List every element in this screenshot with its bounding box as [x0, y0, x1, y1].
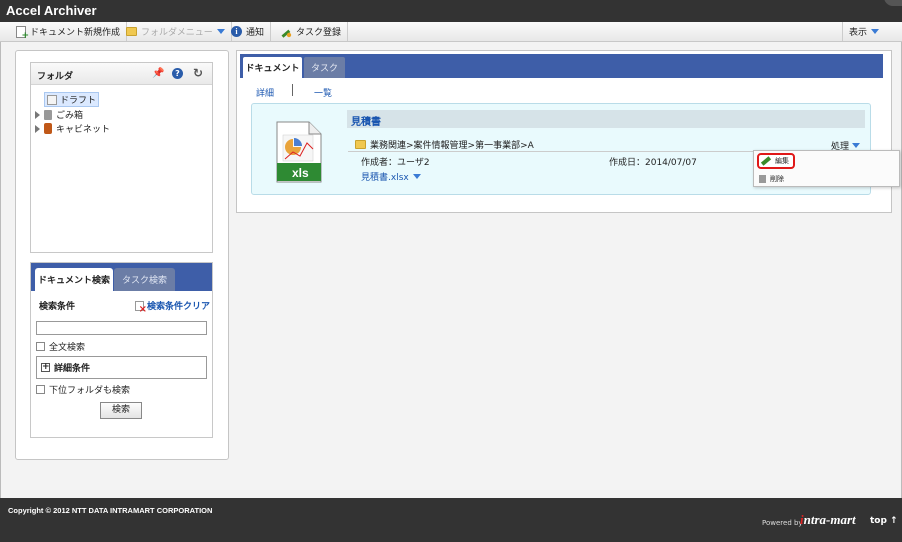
document-path: 業務関連>案件情報管理>第一事業部>A	[355, 138, 534, 151]
delete-menu-item[interactable]: 削除	[757, 171, 784, 187]
folder-menu-label: フォルダメニュー	[141, 28, 213, 38]
excel-file-icon: xls	[276, 121, 322, 183]
attached-file-name: 見積書.xlsx	[361, 173, 409, 183]
window-corner	[884, 0, 902, 6]
document-title-bar	[347, 110, 865, 128]
clear-conditions-link[interactable]: 検索条件クリア	[135, 299, 211, 315]
chevron-down-icon	[412, 174, 421, 179]
footer: Copyright © 2012 NTT DATA INTRAMART CORP…	[0, 498, 902, 542]
toolbar: ドキュメント新規作成 フォルダメニュー i 通知 タスク登録 表示	[0, 22, 902, 42]
copyright-text: Copyright © 2012 NTT DATA INTRAMART CORP…	[8, 506, 213, 515]
subfolder-option[interactable]: 下位フォルダも検索	[36, 383, 131, 396]
document-title[interactable]: 見積書	[351, 113, 381, 128]
app-titlebar: Accel Archiver	[0, 0, 902, 22]
draft-icon	[47, 94, 57, 105]
view-separator	[292, 84, 293, 96]
expand-plus-icon: +	[41, 362, 50, 372]
folder-icon	[126, 27, 137, 36]
new-document-button[interactable]: ドキュメント新規作成	[10, 22, 128, 41]
search-input[interactable]	[36, 321, 207, 335]
tab-task-search[interactable]: タスク検索	[114, 268, 175, 291]
edit-label: 編集	[775, 157, 789, 165]
attached-file-link[interactable]: 見積書.xlsx	[361, 170, 421, 183]
tab-task[interactable]: タスク	[304, 57, 345, 78]
notify-button[interactable]: i 通知	[225, 22, 272, 41]
search-tabs: ドキュメント検索 タスク検索	[31, 263, 212, 291]
fulltext-option[interactable]: 全文検索	[36, 340, 86, 353]
edit-menu-item[interactable]: 編集	[757, 153, 795, 169]
tree-item-label: ドラフト	[60, 96, 97, 106]
delete-label: 削除	[770, 175, 784, 183]
pencil-icon	[760, 156, 772, 166]
task-pencil-icon	[281, 29, 292, 38]
chevron-down-icon	[871, 29, 880, 34]
content-tabs: ドキュメント タスク	[240, 54, 883, 78]
info-icon: i	[231, 26, 242, 37]
view-detail-link[interactable]: 詳細	[256, 86, 274, 99]
detail-conditions-toggle[interactable]: + 詳細条件	[36, 356, 207, 379]
notify-label: 通知	[246, 28, 265, 38]
tree-item-cabinet[interactable]: キャビネット	[35, 122, 110, 135]
display-label: 表示	[849, 28, 868, 38]
detail-conditions-label: 詳細条件	[54, 364, 91, 374]
logo-text: ntra-mart	[803, 512, 856, 527]
expand-arrow-icon[interactable]	[35, 124, 40, 133]
app-title: Accel Archiver	[6, 3, 97, 18]
trash-icon	[44, 109, 52, 120]
chevron-down-icon	[852, 143, 861, 148]
document-created-date: 作成日：2014/07/07	[609, 158, 697, 168]
new-document-label: ドキュメント新規作成	[30, 28, 121, 38]
tree-item-trash[interactable]: ごみ箱	[35, 108, 83, 121]
help-icon[interactable]: ?	[172, 68, 183, 79]
subfolder-checkbox[interactable]	[36, 384, 45, 394]
tree-item-selected: ドラフト	[44, 92, 100, 107]
document-path-text: 業務関連>案件情報管理>第一事業部>A	[370, 141, 534, 151]
divider	[348, 151, 753, 152]
tree-item-draft[interactable]: ドラフト	[35, 92, 100, 107]
expand-arrow-icon[interactable]	[35, 110, 40, 119]
folder-menu-button[interactable]: フォルダメニュー	[120, 22, 232, 41]
folder-panel-header: フォルダ 📌 ? ↻	[31, 63, 212, 85]
clear-conditions-label: 検索条件クリア	[147, 302, 211, 312]
folder-panel-title: フォルダ	[37, 72, 74, 82]
search-condition-label: 検索条件	[39, 302, 76, 312]
folder-panel: フォルダ 📌 ? ↻ ドラフト ごみ箱 キャビネット	[30, 62, 213, 253]
new-document-icon	[16, 25, 29, 41]
cabinet-icon	[44, 123, 52, 134]
task-register-label: タスク登録	[296, 28, 342, 38]
fulltext-label: 全文検索	[49, 342, 86, 353]
search-button[interactable]: 検索	[100, 402, 142, 419]
refresh-icon[interactable]: ↻	[193, 66, 203, 80]
fulltext-checkbox[interactable]	[36, 341, 45, 351]
tab-document[interactable]: ドキュメント	[243, 57, 302, 78]
tab-document-search[interactable]: ドキュメント検索	[35, 268, 113, 291]
tree-item-label: キャビネット	[56, 125, 111, 135]
tree-item-label: ごみ箱	[56, 111, 84, 121]
powered-by-text: Powered by	[762, 519, 803, 527]
view-list-link[interactable]: 一覧	[314, 86, 332, 99]
back-to-top-link[interactable]: top ↑	[870, 516, 898, 526]
task-register-button[interactable]: タスク登録	[274, 22, 349, 41]
intra-mart-logo: intra-mart	[800, 512, 856, 528]
subfolder-label: 下位フォルダも検索	[49, 385, 131, 396]
chevron-down-icon	[216, 29, 225, 34]
search-panel: ドキュメント検索 タスク検索 検索条件 検索条件クリア 全文検索 + 詳細条件 …	[30, 262, 213, 438]
document-author: 作成者：ユーザ2	[361, 158, 430, 168]
clear-icon	[135, 300, 147, 315]
process-context-menu: 編集 削除	[753, 150, 900, 187]
trash-icon	[759, 175, 766, 183]
pin-icon[interactable]: 📌	[152, 68, 164, 79]
folder-icon	[355, 140, 366, 149]
display-menu-button[interactable]: 表示	[842, 22, 885, 41]
file-type-label: xls	[292, 166, 309, 180]
tree-expander	[35, 96, 40, 104]
